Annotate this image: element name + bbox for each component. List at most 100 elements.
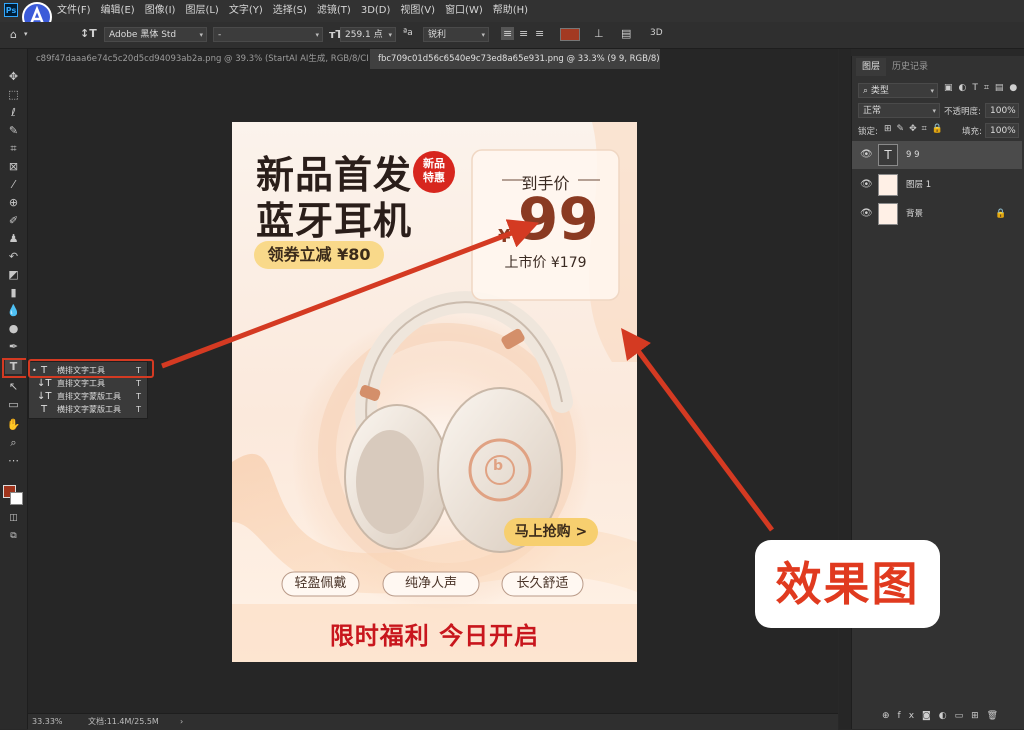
brush-tool-icon[interactable]: ✐ [5, 213, 22, 228]
preset-dropdown-icon[interactable]: ▾ [24, 30, 28, 38]
font-style-select[interactable]: - ▾ [213, 27, 323, 42]
poster-title-line2: 蓝牙耳机 [256, 199, 413, 243]
annotation-tool-highlight [2, 358, 26, 378]
zoom-level[interactable]: 33.33% [32, 714, 63, 730]
menu-view[interactable]: 视图(V) [395, 0, 440, 22]
headphone-logo: b [493, 458, 504, 474]
opacity-field[interactable]: 100% [985, 103, 1019, 118]
path-select-tool-icon[interactable]: ↖ [5, 379, 22, 394]
frame-tool-icon[interactable]: ⊠ [5, 159, 22, 174]
blend-mode-value: 正常 [863, 106, 882, 116]
lock-label: 锁定: [858, 127, 878, 137]
opacity-label: 不透明度: [944, 107, 981, 117]
layer-row-text[interactable]: 👁 T 9 9 [852, 141, 1022, 169]
character-panel-icon[interactable]: ▤ [621, 27, 631, 40]
poster-badge: 新品 特惠 [418, 157, 450, 185]
chevron-down-icon: ▾ [388, 31, 392, 39]
badge-line2: 特惠 [423, 171, 445, 184]
marquee-tool-icon[interactable]: ⬚ [5, 87, 22, 102]
home-icon[interactable]: ⌂ [10, 28, 17, 41]
text-orientation-icon[interactable]: ↕T [80, 27, 97, 40]
eyedropper-tool-icon[interactable]: ⁄ [5, 177, 22, 192]
3d-button[interactable]: 3D [650, 28, 663, 38]
fill-field[interactable]: 100% [985, 123, 1019, 138]
layer-row-background[interactable]: 👁 背景 🔒 [852, 200, 1022, 228]
menu-select[interactable]: 选择(S) [268, 0, 312, 22]
lasso-tool-icon[interactable]: ℓ [5, 105, 22, 120]
layer-filter-icons[interactable]: ▣◐T⌗▤● [944, 83, 1023, 93]
menu-items: 文件(F) 编辑(E) 图像(I) 图层(L) 文字(Y) 选择(S) 滤镜(T… [52, 0, 533, 22]
lock-icons[interactable]: ⊞✎✥⌗🔒 [884, 124, 948, 134]
dodge-tool-icon[interactable]: ● [5, 321, 22, 336]
font-size-field[interactable]: 259.1 点 ▾ [340, 27, 396, 42]
more-tools-icon[interactable]: ⋯ [5, 453, 22, 468]
flyout-item-horizontal-type-mask[interactable]: T 横排文字蒙版工具 T [29, 403, 147, 416]
menu-file[interactable]: 文件(F) [52, 0, 96, 22]
photoshop-logo-icon: Ps [4, 3, 18, 17]
tab-document-2[interactable]: fbc709c01d56c6540e9c73ed8a65e931.png @ 3… [370, 49, 660, 69]
poster-footer: 限时福利 今日开启 [329, 622, 540, 650]
font-style-value: - [218, 30, 222, 40]
zoom-tool-icon[interactable]: ⌕ [5, 435, 22, 450]
document-canvas[interactable]: 新品首发 蓝牙耳机 新品 特惠 领券立减 ¥80 到手价 ¥ 99 上市价 ¥1… [232, 122, 637, 662]
text-color-swatch[interactable] [560, 28, 580, 41]
stamp-tool-icon[interactable]: ♟ [5, 231, 22, 246]
layer-row-image[interactable]: 👁 图层 1 [852, 171, 1022, 199]
menu-type[interactable]: 文字(Y) [224, 0, 268, 22]
flyout-shortcut: T [136, 392, 141, 401]
layer-name: 图层 1 [906, 180, 932, 190]
flyout-shortcut: T [136, 405, 141, 414]
quick-mask-icon[interactable]: ◫ [5, 511, 22, 526]
screen-mode-icon[interactable]: ⧉ [5, 529, 22, 544]
flyout-item-vertical-type[interactable]: ↓T 直排文字工具 T [29, 377, 147, 390]
eraser-tool-icon[interactable]: ◩ [5, 267, 22, 282]
align-left-icon[interactable]: ≡ [501, 27, 515, 40]
poster-feature-1: 轻盈佩戴 [294, 576, 347, 591]
menu-3d[interactable]: 3D(D) [356, 0, 396, 22]
gradient-tool-icon[interactable]: ▮ [5, 285, 22, 300]
flyout-item-vertical-type-mask[interactable]: ↓T 直排文字蒙版工具 T [29, 390, 147, 403]
eye-icon[interactable]: 👁 [860, 200, 873, 228]
blur-tool-icon[interactable]: 💧 [5, 303, 22, 318]
align-right-icon[interactable]: ≡ [535, 27, 544, 40]
layer-filter-select[interactable]: ⌕ 类型 ▾ [858, 83, 938, 98]
menu-filter[interactable]: 滤镜(T) [312, 0, 356, 22]
font-family-value: Adobe 黑体 Std [109, 30, 177, 40]
layer-actions-icons[interactable]: ⊕fx◙◐▭⊞🗑 [882, 711, 1006, 721]
hand-tool-icon[interactable]: ✋ [5, 417, 22, 432]
tab-document-1[interactable]: c89f47daaa6e74c5c20d5cd94093ab2a.png @ 3… [28, 49, 368, 69]
history-brush-tool-icon[interactable]: ↶ [5, 249, 22, 264]
font-family-select[interactable]: Adobe 黑体 Std ▾ [104, 27, 207, 42]
eye-icon[interactable]: 👁 [860, 171, 873, 199]
lock-icon: 🔒 [995, 209, 1007, 219]
tab-history[interactable]: 历史记录 [886, 58, 934, 76]
blend-mode-select[interactable]: 正常 ▾ [858, 103, 940, 118]
tab-label: fbc709c01d56c6540e9c73ed8a65e931.png @ 3… [378, 54, 660, 64]
rectangle-tool-icon[interactable]: ▭ [5, 397, 22, 412]
menu-layer[interactable]: 图层(L) [180, 0, 223, 22]
eye-icon[interactable]: 👁 [860, 141, 873, 169]
status-menu-icon[interactable]: › [180, 714, 183, 730]
menu-edit[interactable]: 编辑(E) [96, 0, 140, 22]
align-center-icon[interactable]: ≡ [519, 27, 528, 40]
quick-select-tool-icon[interactable]: ✎ [5, 123, 22, 138]
crop-tool-icon[interactable]: ⌗ [5, 141, 22, 156]
flyout-label: 直排文字工具 [57, 379, 105, 388]
flyout-label: 横排文字蒙版工具 [57, 405, 121, 414]
warp-text-icon[interactable]: ⊥ [594, 27, 604, 40]
fill-value: 100% [990, 126, 1016, 136]
fill-label: 填充: [962, 127, 982, 137]
healing-tool-icon[interactable]: ⊕ [5, 195, 22, 210]
opacity-value: 100% [990, 106, 1016, 116]
tab-layers[interactable]: 图层 [856, 58, 887, 76]
antialias-icon: ªa [403, 28, 413, 38]
background-color-swatch[interactable] [10, 492, 23, 505]
menu-help[interactable]: 帮助(H) [488, 0, 533, 22]
flyout-shortcut: T [136, 379, 141, 388]
menu-image[interactable]: 图像(I) [140, 0, 181, 22]
horizontal-type-mask-icon: T [41, 404, 48, 415]
move-tool-icon[interactable]: ✥ [5, 69, 22, 84]
antialias-select[interactable]: 锐利 ▾ [423, 27, 489, 42]
menu-window[interactable]: 窗口(W) [440, 0, 488, 22]
pen-tool-icon[interactable]: ✒ [5, 339, 22, 354]
